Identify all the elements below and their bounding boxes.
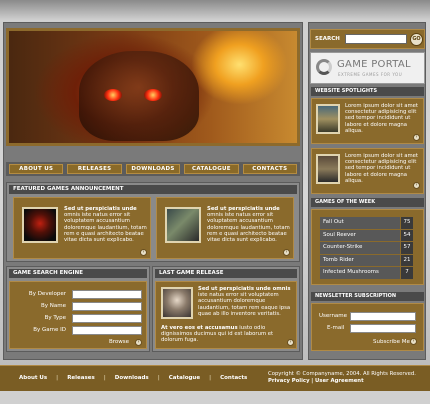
spotlight-thumb-1[interactable]: [316, 104, 340, 134]
footer-links: About Us | Releases | Downloads | Catalogue…: [10, 375, 256, 381]
newsletter-heading: NEWSLETTER SUBSCRIPTION: [311, 292, 424, 301]
nav-downloads[interactable]: DOWNLOADS: [125, 164, 181, 174]
search-label: SEARCH: [315, 36, 340, 42]
featured-title-1: Sed ut perspiciatis unde: [64, 206, 137, 212]
username-label: Username: [319, 313, 348, 319]
search-box: SEARCH GO: [310, 29, 425, 49]
hero-banner: [6, 28, 300, 146]
newsletter-form: Username E-mail Subscribe Me ›: [311, 303, 424, 351]
user-agreement-link[interactable]: User Agreement: [315, 378, 364, 384]
type-label: By Type: [44, 315, 66, 321]
spotlight-more-button-1[interactable]: ›: [413, 134, 420, 141]
top5-row[interactable]: Counter-Strike 57: [320, 242, 413, 254]
spotlight-text-2: Lorem ipsum dolor sit amet consectetur a…: [345, 153, 418, 184]
top5-rank: 57: [401, 242, 413, 254]
last-release-card: Sed ut perspiciatis unde omnis iste natu…: [155, 281, 297, 349]
last-release-text2-bold: At vero eos et accusamus: [161, 325, 238, 331]
top5-name: Fall Out: [320, 217, 400, 229]
top5-rank: 75: [401, 217, 413, 229]
subscribe-button[interactable]: ›: [410, 338, 417, 345]
featured-card-2: Sed ut perspiciatis unde omnis iste natu…: [156, 197, 294, 259]
hero-eye-left: [104, 89, 122, 101]
footer: About Us | Releases | Downloads | Catalogue…: [0, 365, 430, 391]
last-release-thumb[interactable]: [161, 287, 193, 319]
spotlight-text-1: Lorem ipsum dolor sit amet consectetur a…: [345, 103, 418, 134]
footer-link-releases[interactable]: Releases: [58, 375, 104, 381]
featured-heading: FEATURED GAMES ANNOUNCEMENT: [9, 185, 297, 194]
developer-input[interactable]: [72, 290, 142, 299]
top5-list: Fall Out 75 Soul Reever 54 Counter-Strike 5…: [320, 217, 413, 280]
footer-copyright-block: Copyright © Companyname, 2004. All Right…: [268, 371, 416, 385]
featured-panel: FEATURED GAMES ANNOUNCEMENT Sed ut persp…: [6, 182, 300, 262]
top5-row[interactable]: Fall Out 75: [320, 217, 413, 229]
hero-eye-right: [144, 89, 162, 101]
top5-row[interactable]: Soul Reever 54: [320, 229, 413, 242]
featured-more-button-1[interactable]: ›: [140, 249, 147, 256]
spotlights-heading: WEBSITE SPOTLIGHTS: [311, 87, 424, 96]
top5-rank: 21: [401, 254, 413, 267]
top5-row[interactable]: Infected Mushrooms 7: [320, 267, 413, 279]
hero-robot-mask: [79, 51, 199, 141]
top5-rank: 7: [401, 267, 413, 279]
name-input[interactable]: [72, 302, 142, 311]
logo-title: GAME PORTAL: [337, 59, 411, 70]
top5-name: Tomb Rider: [320, 254, 400, 267]
type-input[interactable]: [72, 314, 142, 323]
browse-label[interactable]: Browse: [109, 339, 129, 345]
last-release-panel: LAST GAME RELEASE Sed ut perspiciatis un…: [152, 266, 300, 352]
footer-link-catalogue[interactable]: Catalogue: [160, 375, 209, 381]
footer-link-contacts[interactable]: Contacts: [211, 375, 256, 381]
privacy-policy-link[interactable]: Privacy Policy: [268, 378, 310, 384]
spotlight-card-2: Lorem ipsum dolor sit amet consectetur a…: [311, 148, 424, 194]
email-input[interactable]: [350, 324, 416, 333]
top5-name: Infected Mushrooms: [320, 267, 400, 279]
username-input[interactable]: [350, 312, 416, 321]
logo-swirl-icon: [316, 59, 332, 75]
nav-releases[interactable]: RELEASES: [67, 164, 122, 174]
search-input[interactable]: [345, 34, 407, 44]
top5-heading: GAMES OF THE WEEK: [311, 198, 424, 207]
featured-thumb-2[interactable]: [165, 207, 201, 243]
main-nav: ABOUT US RELEASES DOWNLOADS CATALOGUE CO…: [6, 162, 300, 176]
featured-text-1: omnis iste natus error sit voluptatem ac…: [64, 212, 147, 244]
browse-button[interactable]: ›: [135, 339, 142, 346]
top5-name: Soul Reever: [320, 229, 400, 242]
last-release-title: Sed ut perspiciatis unde omnis: [198, 286, 291, 292]
game-id-input[interactable]: [72, 326, 142, 335]
nav-contacts[interactable]: CONTACTS: [242, 164, 298, 174]
last-release-heading: LAST GAME RELEASE: [155, 269, 297, 278]
featured-card-1: Sed ut perspiciatis unde omnis iste natu…: [13, 197, 151, 259]
game-search-panel: GAME SEARCH ENGINE By Developer By Name …: [6, 266, 150, 352]
featured-more-button-2[interactable]: ›: [283, 249, 290, 256]
featured-thumb-1[interactable]: [22, 207, 58, 243]
subscribe-label[interactable]: Subscribe Me: [373, 339, 410, 345]
featured-title-2: Sed ut perspiciatis unde: [207, 206, 280, 212]
last-release-more-button[interactable]: ›: [287, 339, 294, 346]
copyright-text: Copyright © Companyname, 2004. All Right…: [268, 371, 416, 377]
game-search-heading: GAME SEARCH ENGINE: [9, 269, 147, 278]
game-search-form: By Developer By Name By Type By Game ID …: [9, 281, 147, 349]
email-label: E-mail: [327, 325, 345, 331]
logo-subtitle: EXTREME GAMES FOR YOU: [338, 72, 403, 77]
top5-rank: 54: [401, 229, 413, 242]
last-release-text: iste natus error sit voluptatem accusant…: [198, 292, 291, 317]
bottom-strip: [0, 391, 430, 404]
top5-name: Counter-Strike: [320, 242, 400, 254]
featured-text-2: omnis iste natus error sit voluptatem ac…: [207, 212, 290, 244]
footer-link-downloads[interactable]: Downloads: [106, 375, 158, 381]
name-label: By Name: [40, 303, 66, 309]
game-id-label: By Game ID: [33, 327, 66, 333]
footer-link-about-us[interactable]: About Us: [10, 375, 56, 381]
developer-label: By Developer: [28, 291, 66, 297]
top5-row[interactable]: Tomb Rider 21: [320, 254, 413, 267]
spotlight-thumb-2[interactable]: [316, 154, 340, 184]
logo[interactable]: GAME PORTAL EXTREME GAMES FOR YOU: [310, 52, 425, 84]
nav-catalogue[interactable]: CATALOGUE: [184, 164, 239, 174]
search-go-button[interactable]: GO: [410, 33, 423, 46]
spotlight-more-button-2[interactable]: ›: [413, 182, 420, 189]
spotlight-card-1: Lorem ipsum dolor sit amet consectetur a…: [311, 98, 424, 144]
nav-about-us[interactable]: ABOUT US: [9, 164, 64, 174]
